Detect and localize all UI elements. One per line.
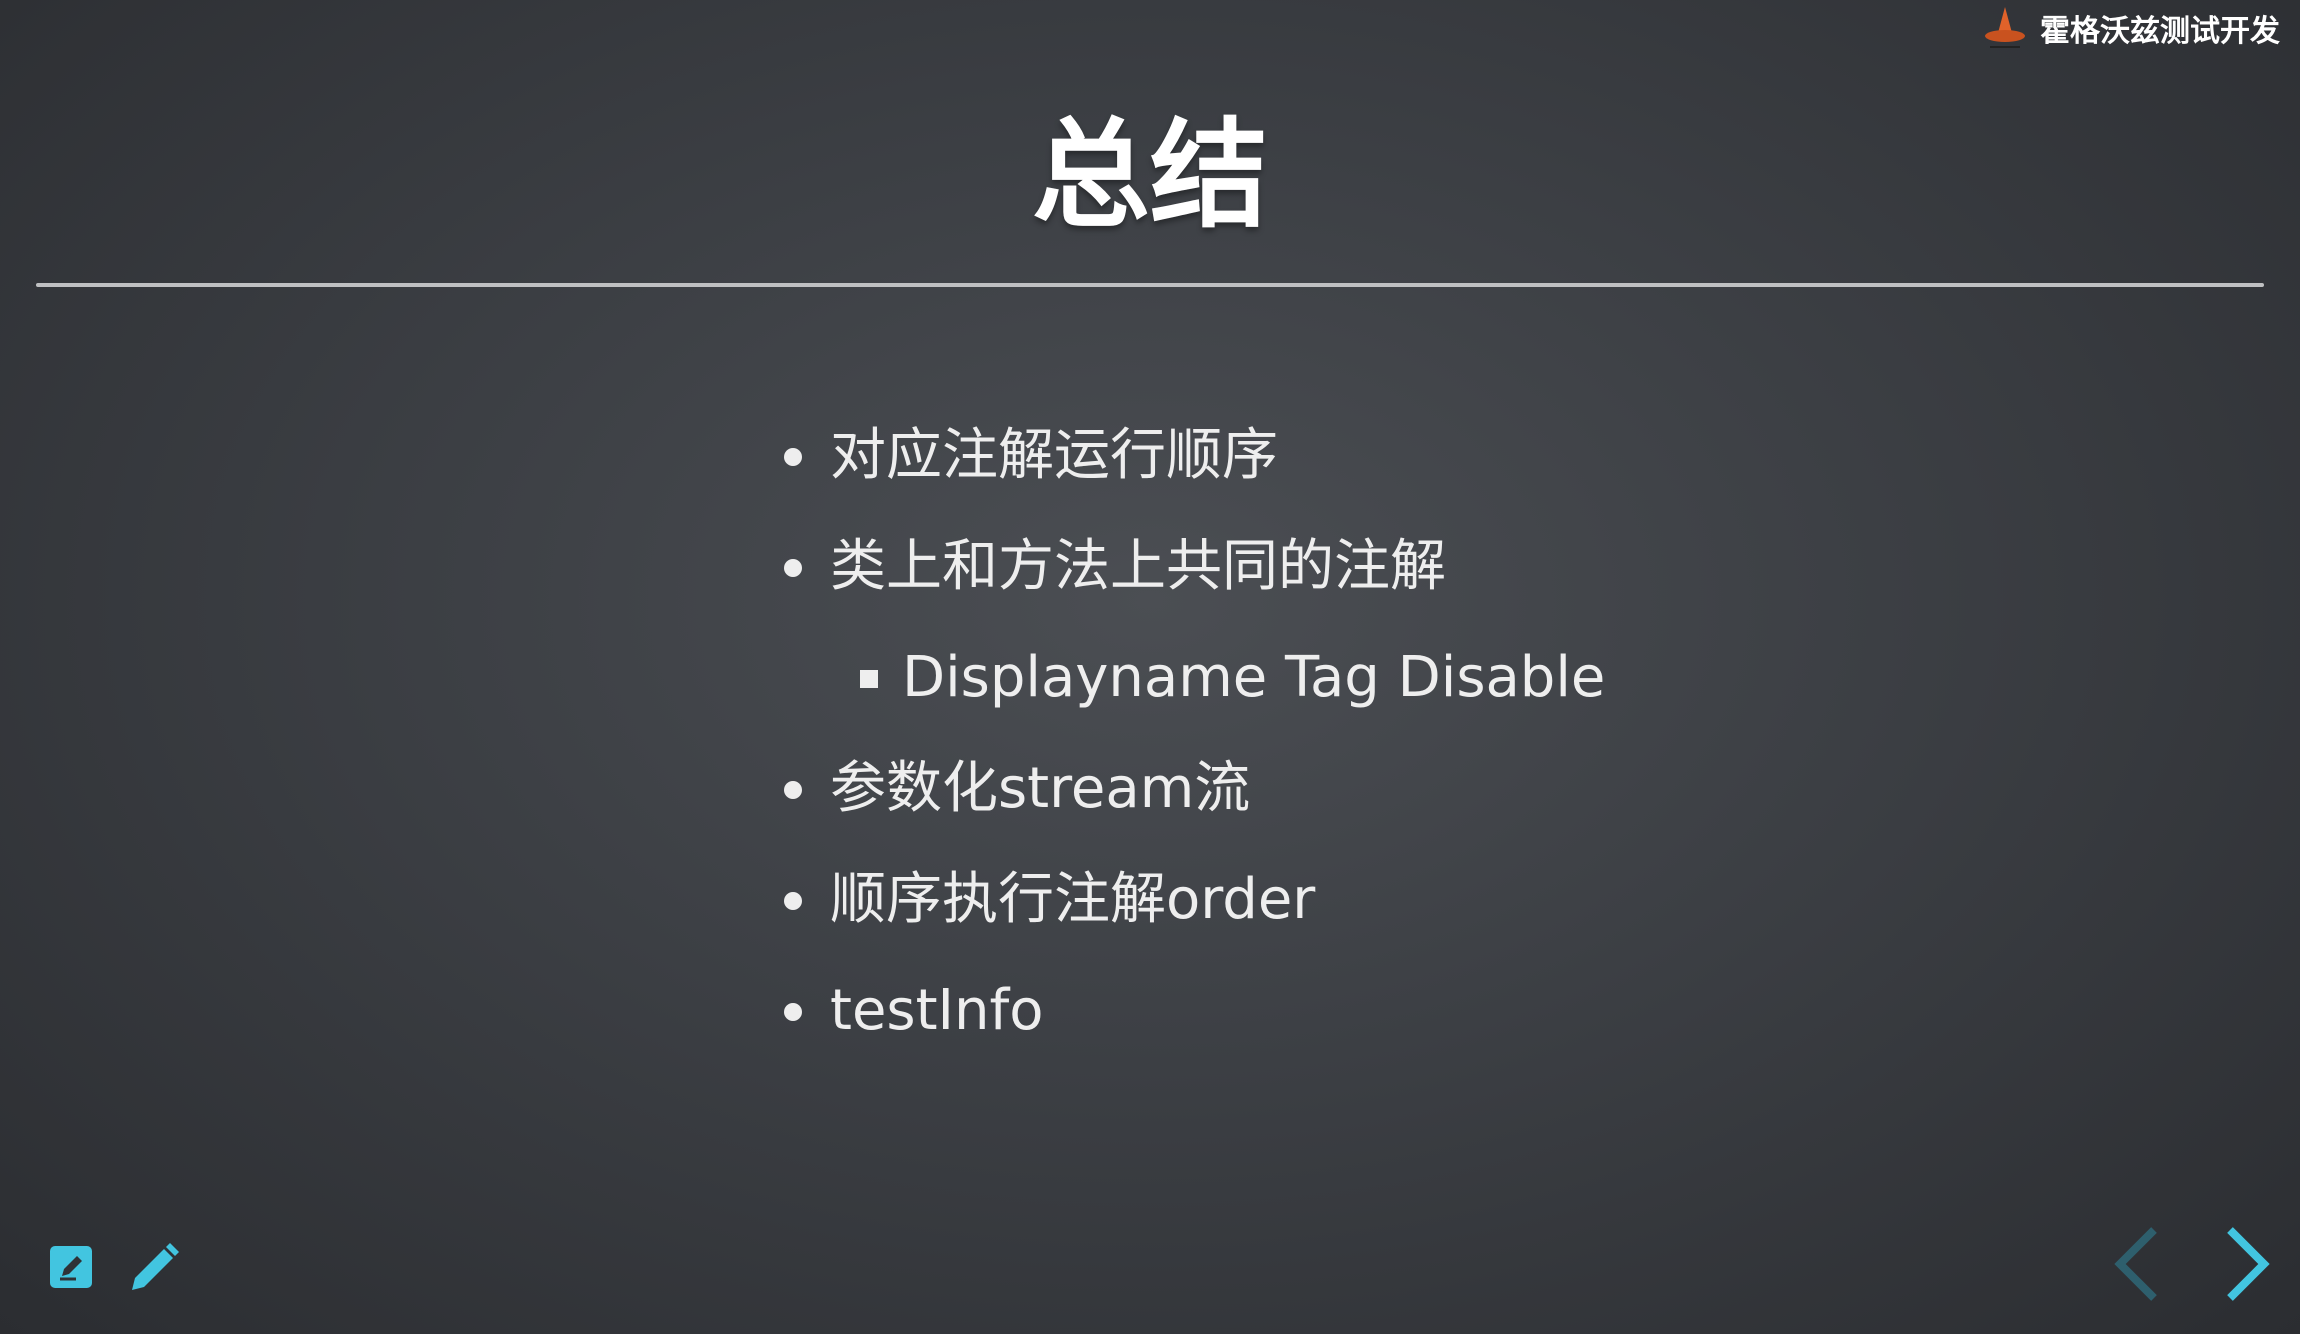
title-divider — [36, 283, 2264, 287]
bullet-text: 类上和方法上共同的注解 — [830, 534, 1446, 599]
pencil-icon — [132, 1243, 179, 1290]
edit-note-icon — [50, 1246, 92, 1288]
bullet-item: 类上和方法上共同的注解 — [780, 511, 1880, 622]
bullet-item: 顺序执行注解order — [780, 844, 1880, 955]
brand-header: 霍格沃兹测试开发 — [1980, 0, 2280, 56]
bullet-text: 对应注解运行顺序 — [830, 423, 1278, 488]
brand-name: 霍格沃兹测试开发 — [2040, 14, 2280, 49]
bullet-text: testInfo — [830, 978, 1044, 1043]
bullet-item: 参数化stream流 — [780, 733, 1880, 844]
sub-bullet-marker — [860, 670, 878, 688]
bullet-marker — [784, 448, 802, 466]
wizard-hat-icon — [1980, 3, 2030, 53]
bullet-item: 对应注解运行顺序 — [780, 400, 1880, 511]
chevron-right-icon — [2227, 1227, 2270, 1301]
chevron-left-icon — [2114, 1227, 2157, 1301]
bullet-text: 顺序执行注解order — [830, 867, 1316, 932]
sub-bullet-item: Displayname Tag Disable — [780, 622, 1880, 733]
bullet-list: 对应注解运行顺序 类上和方法上共同的注解 Displayname Tag Dis… — [780, 400, 1880, 1066]
bullet-marker — [784, 559, 802, 577]
next-slide-button[interactable] — [2218, 1222, 2278, 1306]
previous-slide-button[interactable] — [2106, 1222, 2166, 1306]
bullet-text: 参数化stream流 — [830, 756, 1251, 821]
bullet-item: testInfo — [780, 955, 1880, 1066]
pen-tool-button[interactable] — [126, 1240, 179, 1292]
edit-note-button[interactable] — [46, 1240, 98, 1292]
slide-title: 总结 — [1031, 106, 1268, 244]
bullet-marker — [784, 1003, 802, 1021]
bullet-marker — [784, 892, 802, 910]
sub-bullet-text: Displayname Tag Disable — [902, 645, 1606, 710]
bullet-marker — [784, 781, 802, 799]
presentation-slide: 霍格沃兹测试开发 总结 对应注解运行顺序 类上和方法上共同的注解 Display… — [0, 0, 2300, 1334]
